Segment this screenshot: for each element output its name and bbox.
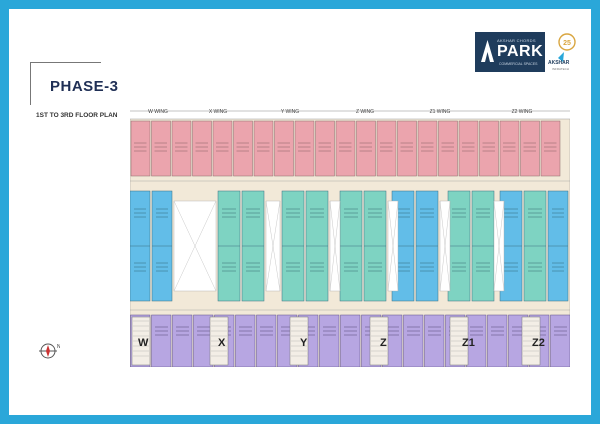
partner-logo-subtext: INFRATECH <box>552 67 569 71</box>
partner-logo-text: AKSHAR <box>548 60 570 66</box>
wing-marker: W <box>138 337 149 349</box>
office-unit-top <box>335 120 356 177</box>
floor-plan-subtitle: 1ST TO 3RD FLOOR PLAN <box>36 112 118 119</box>
office-unit-top <box>479 120 499 177</box>
floor-plan: W WING X WING Y WING Z WING Z1 WING Z2 WING W… <box>130 109 570 367</box>
office-unit-bottom <box>319 314 340 367</box>
office-unit-bottom <box>550 314 570 367</box>
office-unit-top <box>212 120 233 177</box>
office-unit-top <box>499 120 520 177</box>
office-unit-bottom <box>487 314 508 367</box>
office-unit-top <box>520 120 540 177</box>
office-unit-bottom <box>151 314 172 367</box>
wing-label: Y WING <box>281 109 299 115</box>
svg-text:25: 25 <box>563 40 571 47</box>
phase-title: PHASE-3 <box>50 78 119 95</box>
wing-marker: Y <box>300 337 308 349</box>
office-unit-top <box>458 120 479 177</box>
wing-label: W WING <box>148 109 168 115</box>
office-unit-top <box>376 120 397 177</box>
office-unit-top <box>417 120 438 177</box>
logo-project-name: PARK <box>497 43 544 60</box>
office-unit-top <box>130 120 151 177</box>
office-unit-top <box>171 120 192 177</box>
office-unit-top <box>438 120 458 177</box>
north-compass-icon: N <box>39 343 60 359</box>
office-unit-bottom <box>403 314 424 367</box>
office-unit-bottom <box>424 314 445 367</box>
wing-label: Z WING <box>356 109 374 115</box>
office-unit-top <box>192 120 212 177</box>
office-unit-bottom <box>340 314 361 367</box>
project-logo: AKSHAR CHORDS PARK COMMERCIAL SPACES <box>475 32 545 72</box>
logo-a-icon <box>481 40 494 62</box>
wing-labels: W WING X WING Y WING Z WING Z1 WING Z2 WING <box>130 109 570 115</box>
office-unit-top <box>315 120 335 177</box>
office-unit-bottom <box>172 314 193 367</box>
office-unit-bottom <box>235 314 256 367</box>
wing-label: Z1 WING <box>430 109 451 115</box>
wing-label: X WING <box>209 109 227 115</box>
office-unit-top <box>397 120 417 177</box>
office-unit-top <box>274 120 294 177</box>
wing-marker: Z2 <box>532 337 545 349</box>
floor-plan-units <box>130 118 570 367</box>
svg-text:N: N <box>57 344 60 350</box>
wing-marker: X <box>218 337 226 349</box>
wing-marker: Z <box>380 337 387 349</box>
logo-tagline: COMMERCIAL SPACES <box>499 62 538 66</box>
office-unit-top <box>151 120 171 177</box>
office-unit-top <box>540 120 561 177</box>
office-unit-top <box>294 120 315 177</box>
office-unit-bottom <box>256 314 277 367</box>
office-unit-top <box>233 120 253 177</box>
wing-marker: Z1 <box>462 337 475 349</box>
partner-logo-icon: 25 <box>558 33 576 62</box>
office-unit-top <box>356 120 376 177</box>
office-unit-top <box>253 120 274 177</box>
wing-label: Z2 WING <box>512 109 533 115</box>
